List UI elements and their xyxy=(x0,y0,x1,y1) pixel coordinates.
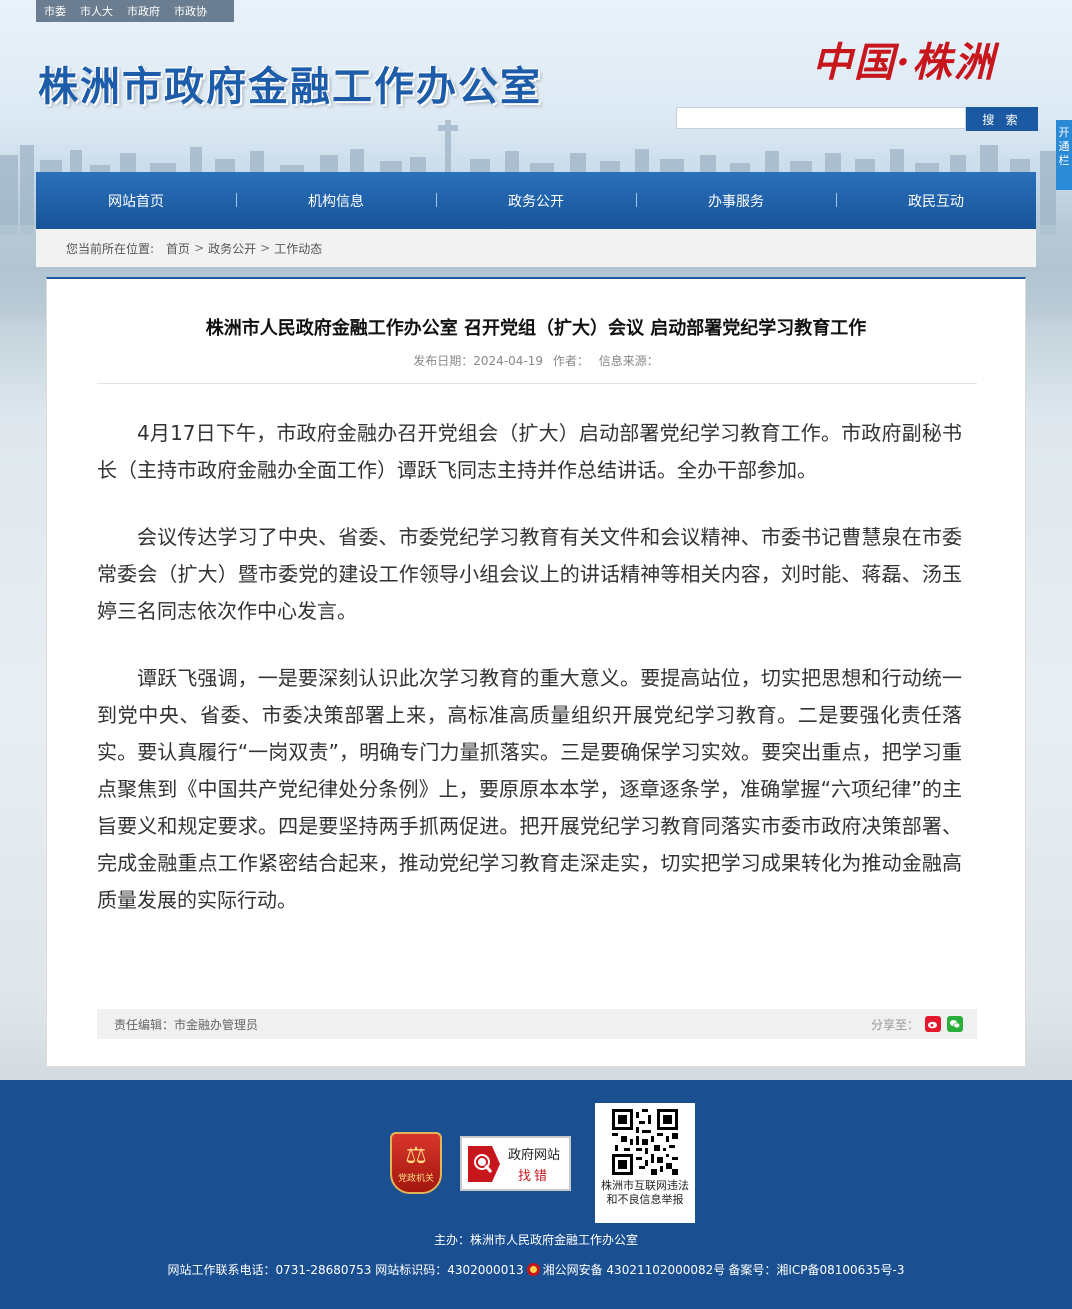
nav-home[interactable]: 网站首页 xyxy=(36,172,236,229)
article-author: 作者： xyxy=(552,354,589,368)
magnifier-icon xyxy=(468,1145,500,1182)
search-input[interactable] xyxy=(676,107,966,129)
main-nav: 网站首页 机构信息 政务公开 办事服务 政民互动 xyxy=(36,172,1036,229)
search-bar: 搜 索 xyxy=(676,107,1038,131)
footer-contact: 网站工作联系电话：0731-28680753 网站标识码：4302000013 xyxy=(167,1263,524,1277)
breadcrumb-separator: > xyxy=(260,241,271,255)
breadcrumb: 您当前所在位置: 首页 > 政务公开 > 工作动态 xyxy=(36,229,1036,267)
editor-bar: 责任编辑：市金融办管理员 分享至： xyxy=(97,1009,977,1039)
breadcrumb-separator: > xyxy=(194,241,205,255)
side-float-tab[interactable]: 开通栏 xyxy=(1056,120,1072,190)
toplink-city-government[interactable]: 市政府 xyxy=(127,3,160,19)
toplink-party-committee[interactable]: 市委 xyxy=(44,3,66,19)
police-badge-icon xyxy=(526,1263,540,1276)
search-button[interactable]: 搜 索 xyxy=(966,107,1038,131)
nav-government-affairs[interactable]: 政务公开 xyxy=(436,172,636,229)
nav-organization[interactable]: 机构信息 xyxy=(236,172,436,229)
toplink-cppcc[interactable]: 市政协 xyxy=(174,3,207,19)
footer-police-record[interactable]: 湘公网安备 43021102000082号 xyxy=(543,1261,726,1278)
party-government-badge[interactable]: ⚖ 党政机关 xyxy=(390,1132,442,1194)
qr-code-icon xyxy=(612,1109,678,1175)
article-paragraph: 会议传达学习了中央、省委、市委党纪学习教育有关文件和会议精神、市委书记曹慧泉在市… xyxy=(97,525,962,623)
article-paragraph: 4月17日下午，市政府金融办召开党组会（扩大）启动部署党纪学习教育工作。市政府副… xyxy=(97,421,962,482)
article-body: 4月17日下午，市政府金融办召开党组会（扩大）启动部署党纪学习教育工作。市政府副… xyxy=(97,415,962,949)
breadcrumb-home[interactable]: 首页 xyxy=(166,240,190,257)
article-date: 发布日期：2024-04-19 xyxy=(413,354,544,368)
nav-services[interactable]: 办事服务 xyxy=(636,172,836,229)
article-meta: 发布日期：2024-04-19 作者： 信息来源： xyxy=(47,352,1025,369)
article-source: 信息来源： xyxy=(598,354,659,368)
report-qr-badge[interactable]: 株洲市互联网违法和不良信息举报 xyxy=(595,1103,695,1223)
article-panel: 株洲市人民政府金融工作办公室 召开党组（扩大）会议 启动部署党纪学习教育工作 发… xyxy=(46,277,1026,1067)
article-title: 株洲市人民政府金融工作办公室 召开党组（扩大）会议 启动部署党纪学习教育工作 xyxy=(205,318,867,339)
party-emblem-icon: ⚖ xyxy=(405,1141,427,1169)
article-paragraph: 谭跃飞强调，一是要深刻认识此次学习教育的重大意义。要提高站位，切实把思想和行动统… xyxy=(97,666,962,912)
responsible-editor: 责任编辑：市金融办管理员 xyxy=(114,1017,259,1032)
footer: ⚖ 党政机关 政府网站 找错 株洲市互联网违法和不良信息举报 主办：株洲市人民政… xyxy=(0,1080,1072,1309)
nav-interaction[interactable]: 政民互动 xyxy=(836,172,1036,229)
share-label: 分享至： xyxy=(870,1017,919,1032)
footer-icp[interactable]: 备案号：湘ICP备08100635号-3 xyxy=(728,1261,904,1278)
find-error-badge[interactable]: 政府网站 找错 xyxy=(460,1136,571,1191)
party-badge-label: 党政机关 xyxy=(397,1174,434,1184)
wechat-share-icon[interactable] xyxy=(947,1016,963,1032)
china-zhuzhou-logo: 中国·株洲 xyxy=(812,39,996,86)
breadcrumb-work-news[interactable]: 工作动态 xyxy=(274,240,322,257)
footer-info: 网站工作联系电话：0731-28680753 网站标识码：4302000013 … xyxy=(0,1261,1072,1278)
error-badge-line2: 找错 xyxy=(518,1168,551,1184)
share-group: 分享至： xyxy=(871,1016,963,1033)
site-title: 株洲市政府金融工作办公室 xyxy=(38,64,542,110)
top-links-bar: 市委 市人大 市政府 市政协 xyxy=(36,0,234,22)
weibo-share-icon[interactable] xyxy=(925,1016,941,1032)
qr-caption: 株洲市互联网违法和不良信息举报 xyxy=(601,1179,689,1206)
breadcrumb-prefix: 您当前所在位置: xyxy=(66,241,155,256)
title-divider xyxy=(97,383,977,384)
breadcrumb-government-affairs[interactable]: 政务公开 xyxy=(208,240,256,257)
toplink-peoples-congress[interactable]: 市人大 xyxy=(80,3,113,19)
error-badge-line1: 政府网站 xyxy=(508,1147,561,1163)
footer-sponsor: 主办：株洲市人民政府金融工作办公室 xyxy=(433,1233,638,1247)
